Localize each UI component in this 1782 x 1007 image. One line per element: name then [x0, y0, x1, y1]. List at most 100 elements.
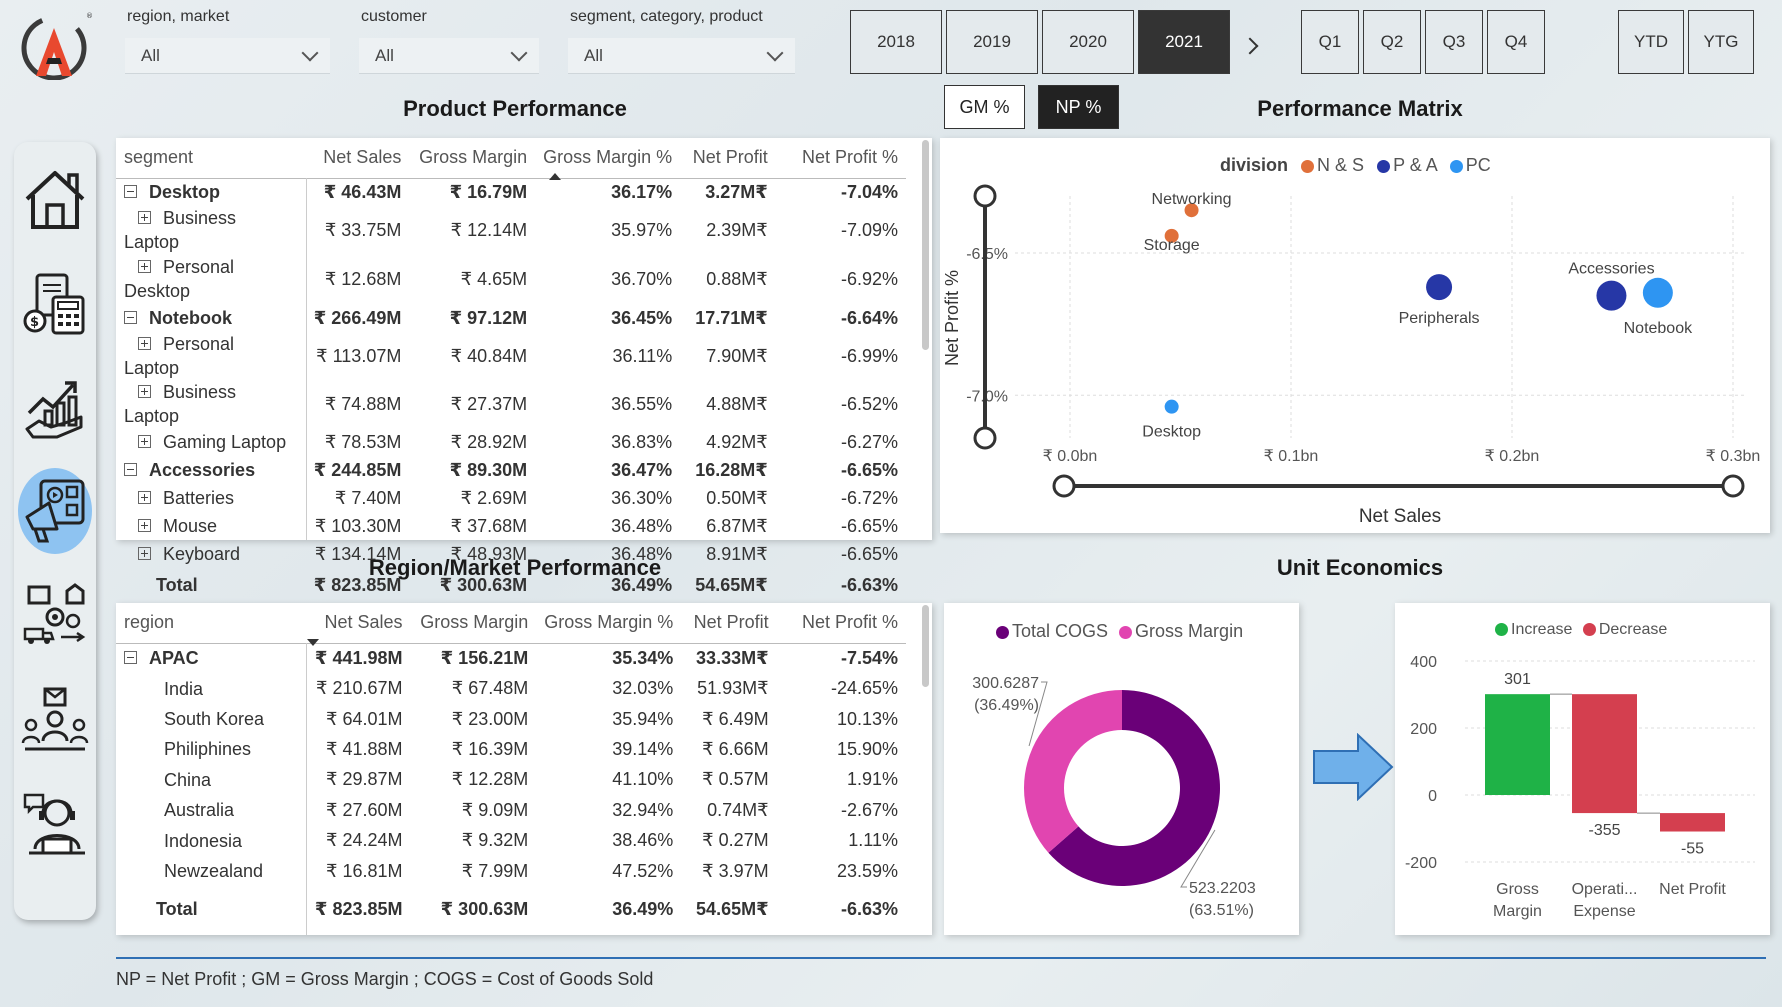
expand-icon[interactable] [138, 384, 151, 398]
region-cell: ₹ 67.48M [451, 678, 529, 698]
waterfall-bar[interactable] [1572, 694, 1637, 814]
product-cell: -6.52% [840, 393, 898, 414]
product-table-scrollbar[interactable] [922, 140, 929, 350]
gm-percent-toggle[interactable]: GM % [944, 85, 1025, 129]
region-name: APAC [149, 648, 199, 669]
col-header-net-profit-pct[interactable]: Net Profit % [777, 603, 906, 643]
segment-category-product-dropdown[interactable]: All [568, 38, 795, 74]
region-cell: 33.33M₹ [696, 647, 769, 668]
quarter-q4-button[interactable]: Q4 [1487, 10, 1545, 74]
col-header-region[interactable]: region [116, 603, 301, 643]
expand-icon[interactable] [138, 490, 151, 504]
product-cell: ₹ 46.43M [323, 181, 402, 202]
nav-growth[interactable] [18, 364, 92, 450]
nav-customers[interactable] [18, 676, 92, 762]
collapse-icon[interactable] [124, 651, 137, 664]
x-range-slider-handle-left[interactable] [1052, 474, 1076, 498]
quarter-q1-button[interactable]: Q1 [1301, 10, 1359, 74]
collapse-icon[interactable] [124, 310, 137, 324]
region-row[interactable]: China ₹ 29.87M ₹ 12.28M 41.10% ₹ 0.57M 1.91% [116, 764, 906, 795]
col-header-gross-margin[interactable]: Gross Margin [409, 138, 535, 178]
region-row[interactable]: South Korea ₹ 64.01M ₹ 23.00M 35.94% ₹ 6.49M… [116, 704, 906, 734]
y-range-slider-handle-top[interactable] [973, 184, 997, 208]
quarter-q3-button[interactable]: Q3 [1425, 10, 1483, 74]
y-range-slider-handle-bottom[interactable] [973, 426, 997, 450]
total-cell: ₹ 300.63M [439, 574, 528, 595]
nav-finance[interactable]: $ [18, 260, 92, 346]
product-row[interactable]: Personal Desktop ₹ 12.68M ₹ 4.65M 36.70% 0.8… [116, 254, 906, 304]
product-cell: 3.27M₹ [705, 181, 768, 202]
product-row[interactable]: Notebook ₹ 266.49M ₹ 97.12M 36.45% 17.71M₹ -6… [116, 304, 906, 332]
year-2019-button[interactable]: 2019 [946, 10, 1038, 74]
product-row[interactable]: Personal Laptop ₹ 113.07M ₹ 40.84M 36.11% 7.… [116, 332, 906, 380]
collapse-icon[interactable] [124, 462, 137, 476]
product-row[interactable]: Accessories ₹ 244.85M ₹ 89.30M 36.47% 16.28M… [116, 456, 906, 484]
customer-dropdown[interactable]: All [359, 38, 539, 74]
year-2020-button[interactable]: 2020 [1042, 10, 1134, 74]
product-row[interactable]: Business Laptop ₹ 74.88M ₹ 27.37M 36.55% 4.8… [116, 380, 906, 428]
chevron-down-icon [766, 44, 784, 61]
col-header-gross-margin-pct[interactable]: Gross Margin % [535, 138, 680, 180]
region-market-value: All [141, 45, 160, 65]
scatter-point-notebook[interactable] [1642, 277, 1673, 308]
region-row[interactable]: Philiphines ₹ 41.88M ₹ 16.39M 39.14% ₹ 6.66M… [116, 734, 906, 764]
nav-support[interactable] [18, 780, 92, 866]
scatter-point-desktop[interactable] [1164, 399, 1179, 414]
col-header-net-profit[interactable]: Net Profit [681, 603, 776, 643]
x-axis-title: Net Sales [1359, 506, 1441, 527]
region-row[interactable]: Newzealand ₹ 16.81M ₹ 7.99M 47.52% ₹ 3.97M 23… [116, 856, 906, 886]
home-icon [25, 171, 85, 229]
expand-icon[interactable] [138, 546, 151, 560]
nav-marketing[interactable] [18, 468, 92, 554]
region-table-scrollbar[interactable] [922, 605, 929, 687]
year-2021-button[interactable]: 2021 [1138, 10, 1230, 74]
product-row[interactable]: Batteries ₹ 7.40M ₹ 2.69M 36.30% 0.50M₹ -6.72… [116, 484, 906, 512]
collapse-icon[interactable] [124, 185, 137, 198]
product-row[interactable]: Keyboard ₹ 134.14M ₹ 48.93M 36.48% 8.91M₹ -6.… [116, 540, 906, 568]
filter-segment-label: segment, category, product [570, 8, 763, 25]
chevron-down-icon [301, 44, 319, 61]
col-header-net-sales[interactable]: Net Sales [300, 138, 409, 178]
donut-slice-gross-margin[interactable] [1024, 690, 1122, 853]
nav-supply-chain[interactable] [18, 572, 92, 658]
chevron-right-icon[interactable] [1240, 36, 1260, 56]
chevron-down-icon [510, 44, 528, 61]
col-header-gross-margin[interactable]: Gross Margin [411, 603, 537, 643]
ytg-button[interactable]: YTG [1688, 10, 1754, 74]
product-row[interactable]: Business Laptop ₹ 33.75M ₹ 12.14M 35.97% 2.3… [116, 206, 906, 254]
waterfall-bar[interactable] [1660, 813, 1725, 832]
col-header-net-profit-pct[interactable]: Net Profit % [776, 138, 906, 178]
expand-icon[interactable] [138, 259, 151, 273]
product-cell: -6.65% [840, 515, 898, 536]
product-row[interactable]: Desktop ₹ 46.43M ₹ 16.79M 36.17% 3.27M₹ -7.04… [116, 178, 906, 206]
np-percent-toggle[interactable]: NP % [1038, 85, 1119, 129]
nav-home[interactable] [18, 156, 92, 242]
expand-icon[interactable] [138, 434, 151, 448]
scatter-point-accessories[interactable] [1596, 280, 1627, 311]
marketing-megaphone-icon [25, 479, 85, 543]
expand-icon[interactable] [138, 336, 151, 350]
x-range-slider-handle-right[interactable] [1721, 474, 1745, 498]
region-row[interactable]: APAC ₹ 441.98M ₹ 156.21M 35.34% 33.33M₹ -7.54… [116, 643, 906, 673]
region-row[interactable]: Australia ₹ 27.60M ₹ 9.09M 32.94% 0.74M₹ -2.6… [116, 795, 906, 825]
year-2018-button[interactable]: 2018 [850, 10, 942, 74]
col-header-gross-margin-pct[interactable]: Gross Margin % [536, 603, 681, 643]
ytd-button[interactable]: YTD [1618, 10, 1684, 74]
point-label: Peripherals [1399, 310, 1480, 327]
quarter-q2-button[interactable]: Q2 [1363, 10, 1421, 74]
region-row[interactable]: Indonesia ₹ 24.24M ₹ 9.32M 38.46% ₹ 0.27M 1.1… [116, 825, 906, 856]
scatter-point-peripherals[interactable] [1426, 274, 1453, 301]
col-header-net-sales[interactable]: Net Sales [301, 603, 410, 646]
product-row[interactable]: Gaming Laptop ₹ 78.53M ₹ 28.92M 36.83% 4.92M… [116, 428, 906, 456]
product-cell: 7.90M₹ [706, 345, 768, 366]
region-market-dropdown[interactable]: All [125, 38, 330, 74]
col-header-net-profit[interactable]: Net Profit [680, 138, 776, 178]
product-row[interactable]: Mouse ₹ 103.30M ₹ 37.68M 36.48% 6.87M₹ -6.65% [116, 512, 906, 540]
expand-icon[interactable] [138, 210, 151, 224]
product-cell: -6.65% [840, 459, 898, 480]
col-header-segment[interactable]: segment [116, 138, 300, 178]
expand-icon[interactable] [138, 518, 151, 532]
region-row[interactable]: India ₹ 210.67M ₹ 67.48M 32.03% 51.93M₹ -24.6… [116, 673, 906, 704]
filter-region-label: region, market [127, 8, 230, 25]
waterfall-bar[interactable] [1485, 694, 1550, 795]
